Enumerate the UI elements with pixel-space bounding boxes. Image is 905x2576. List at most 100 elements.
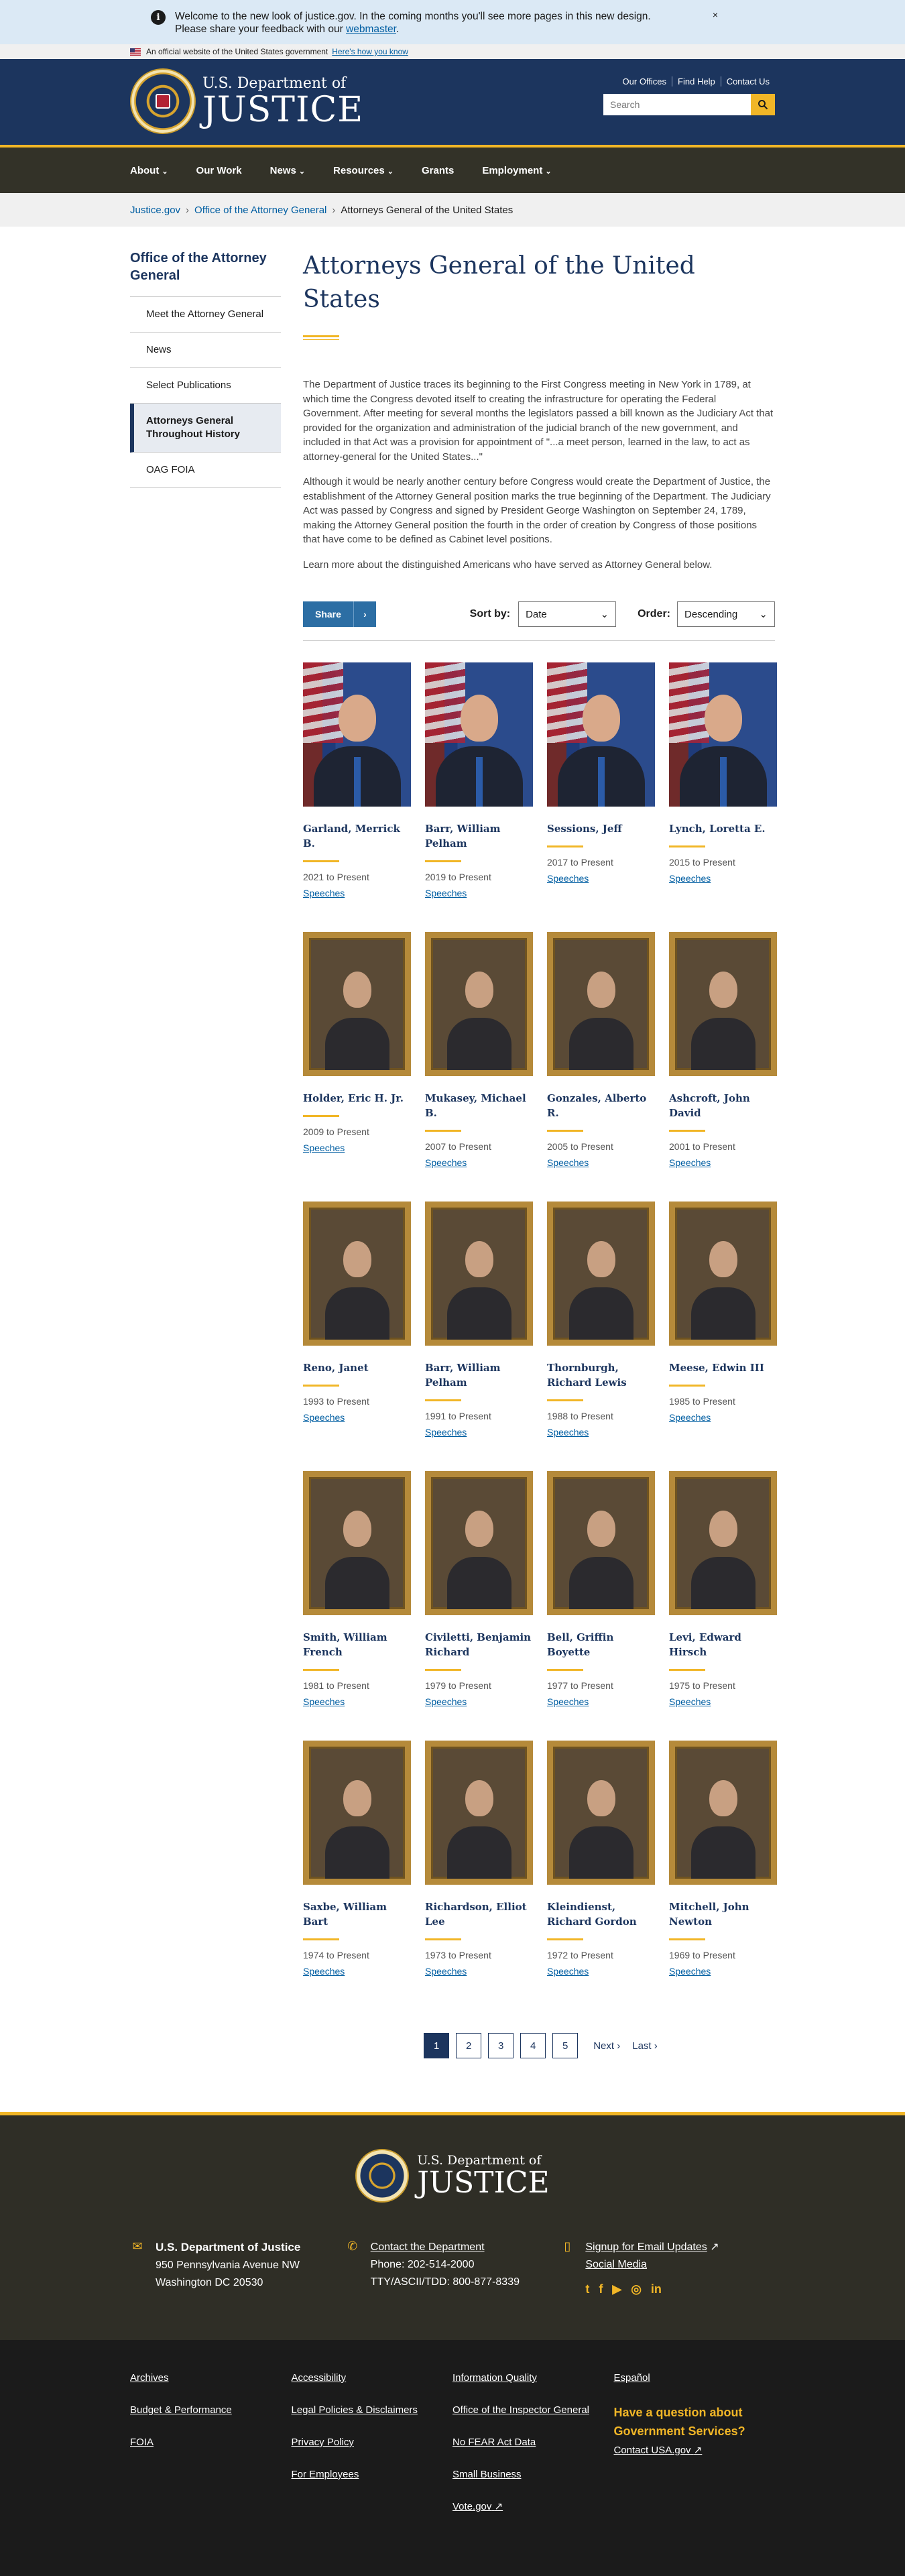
- facebook-icon[interactable]: f: [599, 2280, 603, 2298]
- attorney-portrait[interactable]: [303, 1202, 411, 1346]
- page-4[interactable]: 4: [520, 2033, 546, 2058]
- share-button[interactable]: Share ›: [303, 601, 376, 627]
- speeches-link[interactable]: Speeches: [669, 873, 777, 884]
- attorney-portrait[interactable]: [547, 932, 655, 1076]
- nav-about[interactable]: About ⌄: [130, 165, 168, 176]
- footer-brand[interactable]: U.S. Department of JUSTICE: [0, 2115, 905, 2203]
- speeches-link[interactable]: Speeches: [547, 1157, 655, 1168]
- attorney-portrait[interactable]: [547, 662, 655, 807]
- nav-resources[interactable]: Resources ⌄: [333, 165, 394, 176]
- attorney-portrait[interactable]: [669, 1202, 777, 1346]
- attorney-name[interactable]: Smith, William French: [303, 1630, 411, 1659]
- attorney-name[interactable]: Lynch, Loretta E.: [669, 821, 777, 836]
- sidebar-item-foia[interactable]: OAG FOIA: [130, 453, 281, 488]
- attorney-name[interactable]: Barr, William Pelham: [425, 821, 533, 851]
- attorney-portrait[interactable]: [303, 932, 411, 1076]
- instagram-icon[interactable]: ◎: [631, 2280, 642, 2298]
- attorney-name[interactable]: Sessions, Jeff: [547, 821, 655, 836]
- speeches-link[interactable]: Speeches: [425, 1157, 533, 1168]
- attorney-portrait[interactable]: [425, 662, 533, 807]
- espanol-link[interactable]: Español: [614, 2371, 776, 2386]
- speeches-link[interactable]: Speeches: [303, 1696, 411, 1707]
- budget-link[interactable]: Budget & Performance: [130, 2403, 292, 2418]
- for-employees-link[interactable]: For Employees: [292, 2467, 453, 2482]
- sidebar-item-news[interactable]: News: [130, 333, 281, 368]
- search-button[interactable]: [751, 94, 775, 115]
- attorney-portrait[interactable]: [425, 1741, 533, 1885]
- order-select[interactable]: Descending ⌄: [677, 601, 775, 627]
- last-page-link[interactable]: Last ›: [632, 2040, 658, 2052]
- speeches-link[interactable]: Speeches: [425, 888, 533, 898]
- no-fear-act-link[interactable]: No FEAR Act Data: [452, 2435, 614, 2450]
- speeches-link[interactable]: Speeches: [303, 888, 411, 898]
- attorney-name[interactable]: Ashcroft, John David: [669, 1091, 777, 1120]
- speeches-link[interactable]: Speeches: [425, 1966, 533, 1977]
- attorney-portrait[interactable]: [669, 1741, 777, 1885]
- vote-gov-link[interactable]: Vote.gov ↗: [452, 2500, 614, 2514]
- nav-grants[interactable]: Grants: [422, 165, 454, 176]
- nav-news[interactable]: News ⌄: [270, 165, 305, 176]
- attorney-portrait[interactable]: [669, 932, 777, 1076]
- attorney-name[interactable]: Mitchell, John Newton: [669, 1899, 777, 1929]
- attorney-name[interactable]: Garland, Merrick B.: [303, 821, 411, 851]
- speeches-link[interactable]: Speeches: [547, 1696, 655, 1707]
- speeches-link[interactable]: Speeches: [547, 1427, 655, 1438]
- attorney-portrait[interactable]: [669, 1471, 777, 1615]
- attorney-name[interactable]: Kleindienst, Richard Gordon: [547, 1899, 655, 1929]
- attorney-portrait[interactable]: [547, 1741, 655, 1885]
- attorney-name[interactable]: Meese, Edwin III: [669, 1360, 777, 1375]
- information-quality-link[interactable]: Information Quality: [452, 2371, 614, 2386]
- speeches-link[interactable]: Speeches: [303, 1143, 411, 1153]
- attorney-name[interactable]: Barr, William Pelham: [425, 1360, 533, 1390]
- speeches-link[interactable]: Speeches: [669, 1157, 777, 1168]
- contact-usa-gov-link[interactable]: Contact USA.gov ↗: [614, 2443, 776, 2458]
- speeches-link[interactable]: Speeches: [547, 873, 655, 884]
- sidebar-item-publications[interactable]: Select Publications: [130, 368, 281, 404]
- find-help-link[interactable]: Find Help: [672, 76, 721, 86]
- nav-our-work[interactable]: Our Work: [196, 165, 242, 176]
- speeches-link[interactable]: Speeches: [303, 1966, 411, 1977]
- accessibility-link[interactable]: Accessibility: [292, 2371, 453, 2386]
- youtube-icon[interactable]: ▶: [612, 2280, 621, 2298]
- small-business-link[interactable]: Small Business: [452, 2467, 614, 2482]
- attorney-name[interactable]: Gonzales, Alberto R.: [547, 1091, 655, 1120]
- sidebar-item-label[interactable]: Select Publications: [146, 379, 231, 391]
- attorney-portrait[interactable]: [425, 1202, 533, 1346]
- page-5[interactable]: 5: [552, 2033, 579, 2058]
- breadcrumb-oag[interactable]: Office of the Attorney General: [194, 204, 326, 216]
- speeches-link[interactable]: Speeches: [303, 1412, 411, 1423]
- attorney-name[interactable]: Saxbe, William Bart: [303, 1899, 411, 1929]
- attorney-name[interactable]: Levi, Edward Hirsch: [669, 1630, 777, 1659]
- sidebar-item-history[interactable]: Attorneys General Throughout History: [130, 404, 281, 453]
- attorney-name[interactable]: Bell, Griffin Boyette: [547, 1630, 655, 1659]
- email-signup-link[interactable]: Signup for Email Updates: [585, 2241, 707, 2253]
- linkedin-icon[interactable]: in: [651, 2280, 662, 2298]
- contact-department-link[interactable]: Contact the Department: [371, 2241, 485, 2253]
- sidebar-title[interactable]: Office of the Attorney General: [130, 249, 281, 297]
- sidebar-item-label[interactable]: Attorneys General Throughout History: [146, 415, 240, 440]
- speeches-link[interactable]: Speeches: [425, 1696, 533, 1707]
- attorney-name[interactable]: Mukasey, Michael B.: [425, 1091, 533, 1120]
- speeches-link[interactable]: Speeches: [669, 1412, 777, 1423]
- privacy-policy-link[interactable]: Privacy Policy: [292, 2435, 453, 2450]
- contact-us-link[interactable]: Contact Us: [720, 76, 775, 86]
- attorney-name[interactable]: Reno, Janet: [303, 1360, 411, 1375]
- page-2[interactable]: 2: [456, 2033, 482, 2058]
- speeches-link[interactable]: Speeches: [547, 1966, 655, 1977]
- legal-policies-link[interactable]: Legal Policies & Disclaimers: [292, 2403, 453, 2418]
- speeches-link[interactable]: Speeches: [425, 1427, 533, 1438]
- attorney-portrait[interactable]: [547, 1202, 655, 1346]
- attorney-name[interactable]: Richardson, Elliot Lee: [425, 1899, 533, 1929]
- attorney-portrait[interactable]: [669, 662, 777, 807]
- attorney-portrait[interactable]: [425, 1471, 533, 1615]
- webmaster-link[interactable]: webmaster: [346, 23, 396, 35]
- nav-employment[interactable]: Employment ⌄: [482, 165, 551, 176]
- speeches-link[interactable]: Speeches: [669, 1966, 777, 1977]
- attorney-portrait[interactable]: [303, 662, 411, 807]
- page-3[interactable]: 3: [488, 2033, 514, 2058]
- attorney-name[interactable]: Thornburgh, Richard Lewis: [547, 1360, 655, 1390]
- heres-how-you-know-link[interactable]: Here's how you know: [332, 47, 408, 56]
- foia-link[interactable]: FOIA: [130, 2435, 292, 2450]
- site-brand[interactable]: U.S. Department of JUSTICE: [202, 75, 363, 128]
- social-media-link[interactable]: Social Media: [585, 2259, 647, 2270]
